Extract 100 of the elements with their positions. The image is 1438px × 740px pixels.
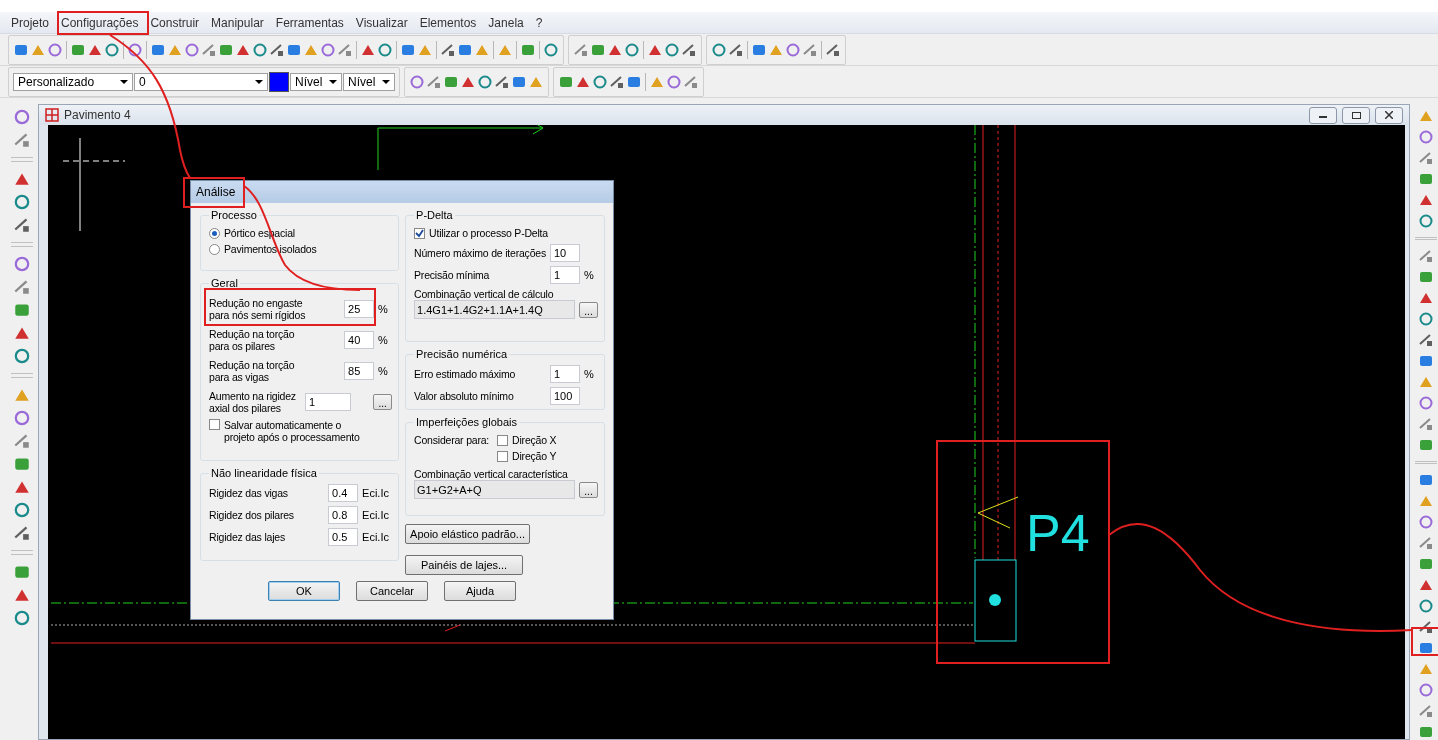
checkbox-label[interactable]: Utilizar o processo P-Delta (429, 227, 548, 239)
checkbox[interactable] (497, 434, 509, 446)
toolbar-icon[interactable] (337, 41, 353, 58)
toolbar-icon[interactable] (13, 131, 31, 149)
toolbar-icon[interactable] (1418, 703, 1434, 719)
toolbar-icon[interactable] (13, 501, 31, 519)
toolbar-icon[interactable] (1418, 535, 1434, 551)
toolbar-icon[interactable] (681, 41, 697, 58)
menu-item[interactable]: Janela (483, 15, 529, 30)
number-field[interactable]: 1 (550, 364, 580, 383)
menu-item[interactable]: Elementos (414, 15, 482, 30)
toolbar-icon[interactable] (1418, 724, 1434, 740)
toolbar-icon[interactable] (1418, 472, 1434, 488)
radio-button[interactable] (209, 227, 220, 239)
toolbar-icon[interactable] (252, 41, 268, 58)
toolbar-icon[interactable] (1418, 598, 1434, 614)
toolbar-icon[interactable] (592, 73, 608, 90)
menu-item[interactable]: Projeto (6, 15, 55, 30)
checkbox-label[interactable]: Salvar automaticamente o projeto após o processamento (224, 419, 360, 443)
number-field[interactable]: 1 (550, 265, 580, 284)
toolbar-icon[interactable] (1418, 171, 1434, 187)
toolbar-icon[interactable] (13, 432, 31, 450)
toolbar-icon[interactable] (13, 301, 31, 319)
checkbox[interactable] (497, 450, 509, 462)
toolbar-icon[interactable] (13, 255, 31, 273)
combination-field[interactable]: 1.4G1+1.4G2+1.1A+1.4Q (414, 300, 575, 319)
toolbar-icon[interactable] (666, 73, 682, 90)
toolbar-icon[interactable] (201, 41, 217, 58)
toolbar-icon[interactable] (320, 41, 336, 58)
radio-label[interactable]: Pavimentos isolados (224, 243, 317, 255)
combination-field[interactable]: G1+G2+A+Q (414, 480, 575, 499)
toolbar-icon[interactable] (1418, 248, 1434, 264)
toolbar-icon[interactable] (494, 73, 510, 90)
toolbar-icon[interactable] (13, 563, 31, 581)
toolbar-icon[interactable] (1418, 332, 1434, 348)
toolbar-icon[interactable] (13, 524, 31, 542)
minimize-button[interactable] (1309, 106, 1337, 124)
browse-button[interactable]: ... (579, 481, 598, 498)
toolbar-icon[interactable] (1418, 619, 1434, 635)
toolbar-icon[interactable] (1418, 353, 1434, 369)
toolbar-icon[interactable] (13, 347, 31, 365)
toolbar-icon[interactable] (13, 609, 31, 627)
color-swatch[interactable] (269, 71, 289, 92)
number-field[interactable]: 10 (550, 243, 580, 262)
toolbar-icon[interactable] (269, 41, 285, 58)
toolbar-icon[interactable] (1418, 150, 1434, 166)
level-dropdown[interactable]: Nível (290, 72, 342, 91)
toolbar-icon[interactable] (1418, 437, 1434, 453)
menu-item[interactable]: Ferramentas (270, 15, 349, 30)
dialog-button[interactable]: Apoio elástico padrão... (405, 524, 531, 544)
radio-button[interactable] (209, 243, 220, 255)
toolbar-icon[interactable] (184, 41, 200, 58)
number-field[interactable]: 85 (344, 361, 375, 380)
checkbox[interactable] (209, 419, 220, 430)
toolbar-icon[interactable] (1418, 640, 1434, 656)
checkbox-label[interactable]: Direção X (512, 434, 557, 446)
number-field[interactable]: 0.4 (328, 483, 359, 502)
menu-item[interactable]: Construir (145, 15, 205, 30)
toolbar-icon[interactable] (13, 193, 31, 211)
dialog-button[interactable]: Ajuda (444, 581, 516, 601)
browse-button[interactable]: ... (579, 301, 598, 318)
toolbar-icon[interactable] (1418, 129, 1434, 145)
toolbar-icon[interactable] (426, 73, 442, 90)
toolbar-icon[interactable] (802, 41, 818, 58)
number-field[interactable]: 0.8 (328, 505, 359, 524)
menu-item[interactable]: Manipular (206, 15, 269, 30)
toolbar-icon[interactable] (13, 278, 31, 296)
toolbar-icon[interactable] (609, 73, 625, 90)
toolbar-icon[interactable] (573, 41, 589, 58)
toolbar-icon[interactable] (1418, 556, 1434, 572)
checkbox[interactable] (414, 227, 426, 239)
toolbar-icon[interactable] (1418, 395, 1434, 411)
toolbar-icon[interactable] (728, 41, 744, 58)
style-dropdown[interactable]: Personalizado (13, 72, 133, 91)
menu-item[interactable]: Visualizar (350, 15, 413, 30)
toolbar-icon[interactable] (377, 41, 393, 58)
toolbar-icon[interactable] (785, 41, 801, 58)
toolbar-icon[interactable] (683, 73, 699, 90)
toolbar-icon[interactable] (1418, 416, 1434, 432)
toolbar-icon[interactable] (624, 41, 640, 58)
toolbar-icon[interactable] (543, 41, 559, 58)
toolbar-icon[interactable] (13, 216, 31, 234)
toolbar-icon[interactable] (1418, 311, 1434, 327)
toolbar-icon[interactable] (47, 41, 63, 58)
dialog-button[interactable]: Painéis de lajes... (405, 555, 524, 575)
toolbar-icon[interactable] (1418, 269, 1434, 285)
toolbar-icon[interactable] (1418, 682, 1434, 698)
toolbar-icon[interactable] (664, 41, 680, 58)
toolbar-icon[interactable] (409, 73, 425, 90)
toolbar-icon[interactable] (13, 409, 31, 427)
checkbox-label[interactable]: Direção Y (512, 450, 557, 462)
toolbar-icon[interactable] (13, 108, 31, 126)
layer-dropdown[interactable]: 0 (134, 72, 268, 91)
dialog-button[interactable]: OK (268, 581, 340, 601)
close-button[interactable] (1375, 106, 1403, 124)
menu-item[interactable]: ? (530, 15, 548, 30)
level-dropdown[interactable]: Nível (343, 72, 395, 91)
toolbar-icon[interactable] (104, 41, 120, 58)
toolbar-icon[interactable] (440, 41, 456, 58)
browse-button[interactable]: ... (373, 393, 393, 410)
